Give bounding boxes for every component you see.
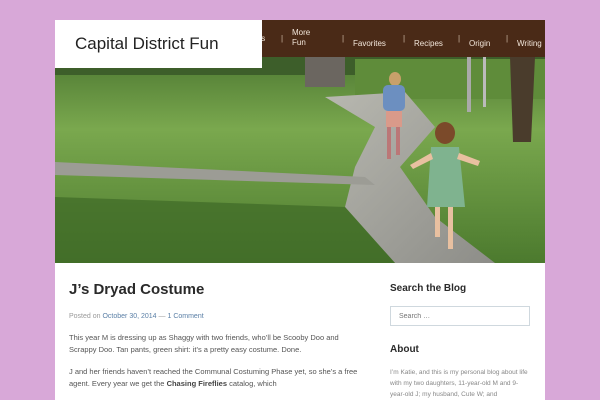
posted-on-label: Posted on <box>69 313 101 320</box>
girl-hair <box>435 122 455 144</box>
comments-link[interactable]: 1 Comment <box>167 313 203 320</box>
girl-leg <box>435 207 440 237</box>
child-head <box>389 72 401 86</box>
post-title[interactable]: J’s Dryad Costume <box>69 280 359 300</box>
about-text: I’m Katie, and this is my personal blog … <box>390 369 528 398</box>
post-content: J’s Dryad Costume Posted on October 30, … <box>69 280 359 390</box>
para2-end: catalog, which <box>227 379 277 388</box>
nav-separator: | <box>342 34 345 43</box>
nav-item-writing[interactable]: Writing <box>517 39 542 49</box>
post <box>483 57 486 107</box>
post-date-link[interactable]: October 30, 2014 <box>102 313 156 320</box>
nav-separator: | <box>281 34 284 43</box>
about-widget-title: About <box>390 344 419 355</box>
house <box>305 57 345 87</box>
post-meta: Posted on October 30, 2014 — 1 Comment <box>69 312 359 322</box>
site-branding: Capital District Fun <box>55 20 262 68</box>
nav-separator: | <box>458 34 461 43</box>
nav-item-recipes[interactable]: Recipes <box>414 39 443 49</box>
leg <box>387 127 391 159</box>
nav-item-origin[interactable]: Origin <box>469 39 490 49</box>
shorts <box>386 111 402 127</box>
backpack <box>383 85 405 111</box>
sidebar: Search the Blog About I’m Katie, and thi… <box>390 282 530 400</box>
search-widget-title: Search the Blog <box>390 283 467 294</box>
site-container: ts | More Fun | Favorites | Recipes | Or… <box>55 20 545 400</box>
nav-more-line2: Fun <box>292 38 306 47</box>
nav-separator: | <box>403 34 406 43</box>
post-paragraph-1: This year M is dressing up as Shaggy wit… <box>69 333 339 354</box>
meta-separator: — <box>158 313 166 320</box>
header-image <box>55 57 545 263</box>
nav-item-favorites[interactable]: Favorites <box>353 39 386 49</box>
hero-photo <box>55 57 545 263</box>
catalog-name: Chasing Fireflies <box>166 379 227 388</box>
post <box>467 57 471 112</box>
nav-item-more-fun[interactable]: More Fun <box>292 28 310 48</box>
girl-leg <box>448 207 453 249</box>
site-title[interactable]: Capital District Fun <box>75 34 219 54</box>
leg <box>396 127 400 155</box>
nav-separator: | <box>506 34 509 43</box>
post-paragraph-2: J and her friends haven’t reached the Co… <box>69 366 359 390</box>
nav-more-line1: More <box>292 28 311 37</box>
tree-trunk <box>510 57 535 142</box>
search-input[interactable] <box>390 306 530 326</box>
